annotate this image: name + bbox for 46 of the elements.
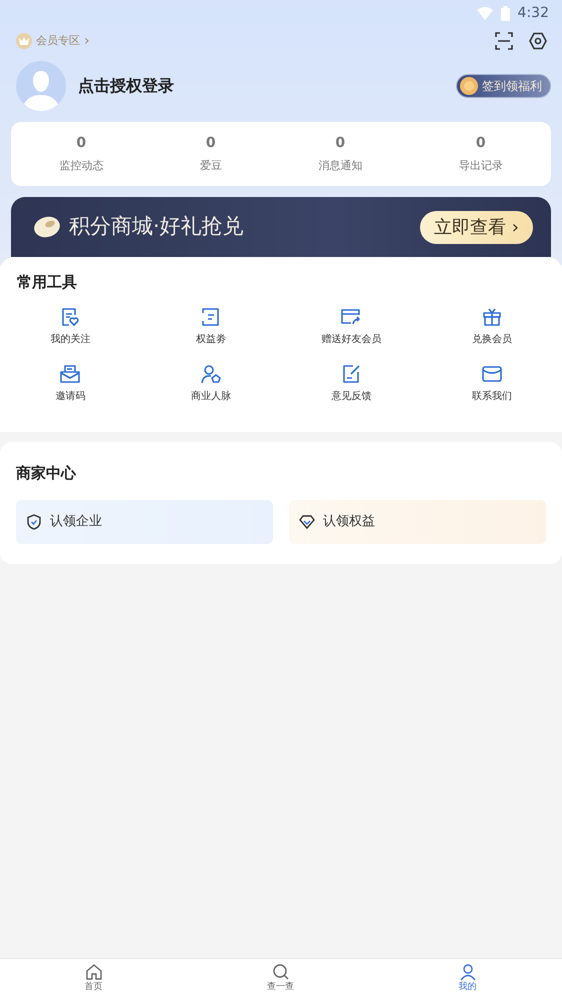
home-icon — [84, 963, 102, 981]
stat-label[interactable]: 消息通知 — [318, 158, 362, 175]
gift-icon — [480, 306, 503, 328]
tool-item[interactable]: 赠送好友会员 — [321, 302, 382, 358]
nav-tab[interactable]: 我的 — [374, 959, 561, 1000]
diamond-icon — [299, 514, 315, 530]
tool-item[interactable]: 意见反馈 — [331, 358, 372, 416]
stat-value[interactable]: 0 — [206, 133, 216, 154]
stat-label[interactable]: 爱豆 — [200, 158, 222, 175]
tool-item[interactable]: 商业人脉 — [190, 358, 231, 416]
view-now-button[interactable]: 立即查看 › — [420, 210, 533, 244]
search-icon — [272, 963, 290, 981]
crown-icon — [19, 37, 29, 45]
battery-icon — [500, 6, 510, 20]
shield-icon — [26, 514, 42, 530]
stat-value[interactable]: 0 — [76, 133, 86, 154]
banner-title: 积分商城·好礼抢兑 — [69, 213, 244, 240]
settings-icon[interactable] — [529, 32, 547, 50]
envelope-open-icon — [59, 362, 82, 384]
section-title: 常用工具 — [16, 272, 78, 293]
nav-tab[interactable]: 查一查 — [187, 959, 374, 1000]
merchant-item[interactable]: 认领企业 — [16, 500, 273, 544]
login-prompt[interactable]: 点击授权登录 — [78, 74, 174, 98]
person-icon — [200, 362, 222, 384]
bean-icon — [33, 216, 61, 238]
checkin-button[interactable]: 签到领福利 — [456, 74, 551, 98]
wifi-icon — [476, 6, 493, 20]
document-heart-icon — [59, 306, 82, 328]
stat-value[interactable]: 0 — [335, 133, 346, 154]
tool-item[interactable]: 联系我们 — [472, 358, 512, 416]
nav-tab[interactable]: 首页 — [0, 959, 187, 1000]
tool-item[interactable]: 权益劵 — [196, 302, 226, 358]
tool-item[interactable]: 邀请码 — [55, 358, 86, 416]
tool-item[interactable]: 兑换会员 — [472, 302, 512, 358]
person-icon — [458, 963, 476, 981]
edit-icon — [340, 362, 362, 384]
points-mall-banner[interactable]: 积分商城·好礼抢兑 立即查看 › — [11, 197, 551, 257]
coin-icon — [460, 77, 478, 95]
status-time: 4:32 — [518, 4, 549, 22]
section-title: 商家中心 — [16, 462, 78, 484]
merchant-item[interactable]: 认领权益 — [289, 500, 546, 544]
stat-label[interactable]: 监控动态 — [59, 158, 104, 175]
tool-item[interactable]: 我的关注 — [50, 302, 90, 358]
stat-label[interactable]: 导出记录 — [458, 158, 503, 175]
scan-icon[interactable] — [495, 32, 513, 50]
stat-value[interactable]: 0 — [476, 133, 486, 154]
